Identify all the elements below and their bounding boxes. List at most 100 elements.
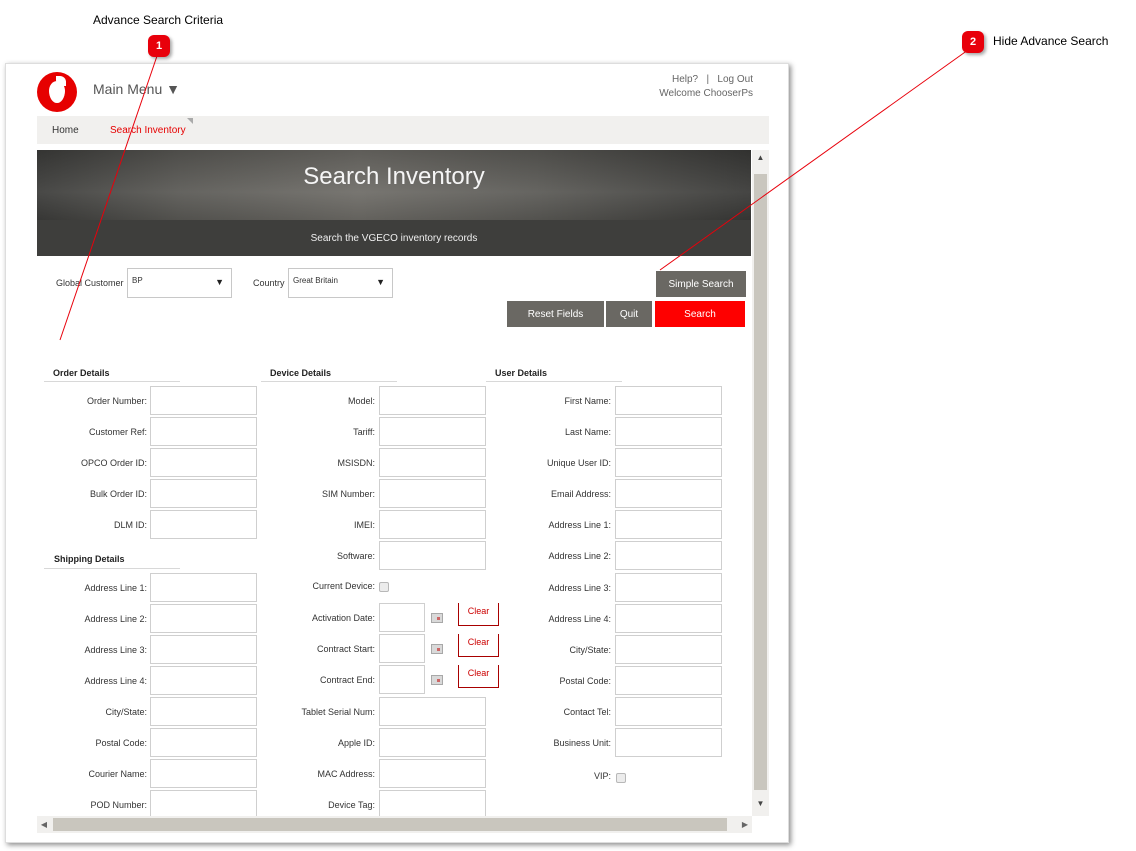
device-model-input[interactable] <box>379 386 486 415</box>
order-opco-order-id-input[interactable] <box>150 448 257 477</box>
simple-search-button[interactable]: Simple Search <box>656 271 746 297</box>
user-email-address-input[interactable] <box>615 479 722 508</box>
shipping-address-line-4-input[interactable] <box>150 666 257 695</box>
user-details-heading: User Details <box>495 368 548 378</box>
calendar-icon[interactable] <box>431 613 443 623</box>
quit-button[interactable]: Quit <box>606 301 652 327</box>
help-link[interactable]: Help? <box>672 74 698 85</box>
user-address-line-4-label: Address Line 4: <box>548 614 611 624</box>
horizontal-scrollbar[interactable]: ◀ ▶ <box>37 816 752 833</box>
scroll-up-icon[interactable]: ▲ <box>752 150 769 166</box>
welcome-text: Welcome ChooserPs <box>659 88 753 99</box>
country-label: Country <box>253 278 285 288</box>
user-email-address-label: Email Address: <box>550 489 611 499</box>
shipping-address-line-2-input[interactable] <box>150 604 257 633</box>
vodafone-logo <box>37 72 77 112</box>
user-vip-label: VIP: <box>593 771 611 781</box>
device-mac-address-input[interactable] <box>379 759 486 788</box>
device-apple-id-input[interactable] <box>379 728 486 757</box>
device-tariff-label: Tariff: <box>353 427 375 437</box>
global-customer-label: Global Customer <box>56 278 124 288</box>
user-address-line-2-input[interactable] <box>615 541 722 570</box>
user-details-divider <box>486 381 622 382</box>
shipping-postal-code-input[interactable] <box>150 728 257 757</box>
device-contract-end-input[interactable] <box>379 665 425 694</box>
shipping-details-divider <box>44 568 180 569</box>
country-value: Great Britain <box>293 276 338 285</box>
vertical-scrollbar[interactable]: ▲ ▼ <box>752 150 769 816</box>
device-msisdn-input[interactable] <box>379 448 486 477</box>
device-sim-number-label: SIM Number: <box>321 489 375 499</box>
vertical-scroll-thumb[interactable] <box>754 174 767 790</box>
device-contract-start-input[interactable] <box>379 634 425 663</box>
user-first-name-input[interactable] <box>615 386 722 415</box>
scroll-down-icon[interactable]: ▼ <box>752 796 769 812</box>
scroll-content: Search Inventory Search the VGECO invent… <box>37 150 752 816</box>
device-software-input[interactable] <box>379 541 486 570</box>
shipping-pod-number-input[interactable] <box>150 790 257 816</box>
shipping-postal-code-label: Postal Code: <box>95 738 147 748</box>
device-contract-start-clear-button[interactable]: Clear <box>458 634 499 657</box>
order-details-heading: Order Details <box>53 368 110 378</box>
country-select[interactable]: Great Britain ▼ <box>288 268 393 298</box>
order-dlm-id-input[interactable] <box>150 510 257 539</box>
order-order-number-input[interactable] <box>150 386 257 415</box>
device-contract-end-label: Contract End: <box>319 675 375 685</box>
shipping-address-line-3-input[interactable] <box>150 635 257 664</box>
device-imei-input[interactable] <box>379 510 486 539</box>
user-contact-tel-input[interactable] <box>615 697 722 726</box>
device-device-tag-input[interactable] <box>379 790 486 816</box>
user-postal-code-input[interactable] <box>615 666 722 695</box>
breadcrumb-current[interactable]: Search Inventory <box>110 125 186 136</box>
user-address-line-1-label: Address Line 1: <box>548 520 611 530</box>
device-contract-end-clear-button[interactable]: Clear <box>458 665 499 688</box>
annotation-2-label: Hide Advance Search <box>993 34 1109 48</box>
user-address-line-3-input[interactable] <box>615 573 722 602</box>
device-tablet-serial-num-input[interactable] <box>379 697 486 726</box>
order-customer-ref-label: Customer Ref: <box>88 427 147 437</box>
device-details-heading: Device Details <box>270 368 332 378</box>
vip-checkbox[interactable] <box>616 773 626 783</box>
chevron-down-icon: ▼ <box>215 277 224 287</box>
page-subtitle: Search the VGECO inventory records <box>310 233 478 244</box>
device-sim-number-input[interactable] <box>379 479 486 508</box>
device-activation-date-input[interactable] <box>379 603 425 632</box>
order-customer-ref-input[interactable] <box>150 417 257 446</box>
device-tariff-input[interactable] <box>379 417 486 446</box>
order-dlm-id-label: DLM ID: <box>113 520 147 530</box>
main-menu-dropdown[interactable]: Main Menu ▼ <box>93 81 180 97</box>
user-business-unit-input[interactable] <box>615 728 722 757</box>
calendar-icon[interactable] <box>431 675 443 685</box>
annotation-2-badge: 2 <box>962 31 984 53</box>
device-activation-date-clear-button[interactable]: Clear <box>458 603 499 626</box>
shipping-pod-number-label: POD Number: <box>90 800 147 810</box>
link-separator: | <box>706 74 710 85</box>
order-bulk-order-id-input[interactable] <box>150 479 257 508</box>
device-model-label: Model: <box>347 396 375 406</box>
current-device-label: Current Device: <box>312 581 375 591</box>
logout-link[interactable]: Log Out <box>717 74 753 85</box>
chevron-down-icon: ▼ <box>376 277 385 287</box>
search-button[interactable]: Search <box>655 301 745 327</box>
calendar-icon[interactable] <box>431 644 443 654</box>
scroll-left-icon[interactable]: ◀ <box>37 816 51 833</box>
shipping-city-state-input[interactable] <box>150 697 257 726</box>
horizontal-scroll-thumb[interactable] <box>53 818 727 831</box>
user-last-name-input[interactable] <box>615 417 722 446</box>
breadcrumb-home[interactable]: Home <box>52 125 79 136</box>
shipping-courier-name-input[interactable] <box>150 759 257 788</box>
device-software-label: Software: <box>336 551 375 561</box>
user-city-state-input[interactable] <box>615 635 722 664</box>
global-customer-select[interactable]: BP ▼ <box>127 268 232 298</box>
reset-fields-button[interactable]: Reset Fields <box>507 301 604 327</box>
shipping-address-line-1-label: Address Line 1: <box>84 583 147 593</box>
page-title: Search Inventory <box>303 163 485 190</box>
current-device-checkbox[interactable] <box>379 582 389 592</box>
user-unique-user-id-label: Unique User ID: <box>546 458 611 468</box>
scroll-right-icon[interactable]: ▶ <box>738 816 752 833</box>
shipping-address-line-1-input[interactable] <box>150 573 257 602</box>
user-address-line-4-input[interactable] <box>615 604 722 633</box>
user-address-line-1-input[interactable] <box>615 510 722 539</box>
user-unique-user-id-input[interactable] <box>615 448 722 477</box>
app-window: Main Menu ▼ Help? | Log Out Welcome Choo… <box>5 63 789 843</box>
